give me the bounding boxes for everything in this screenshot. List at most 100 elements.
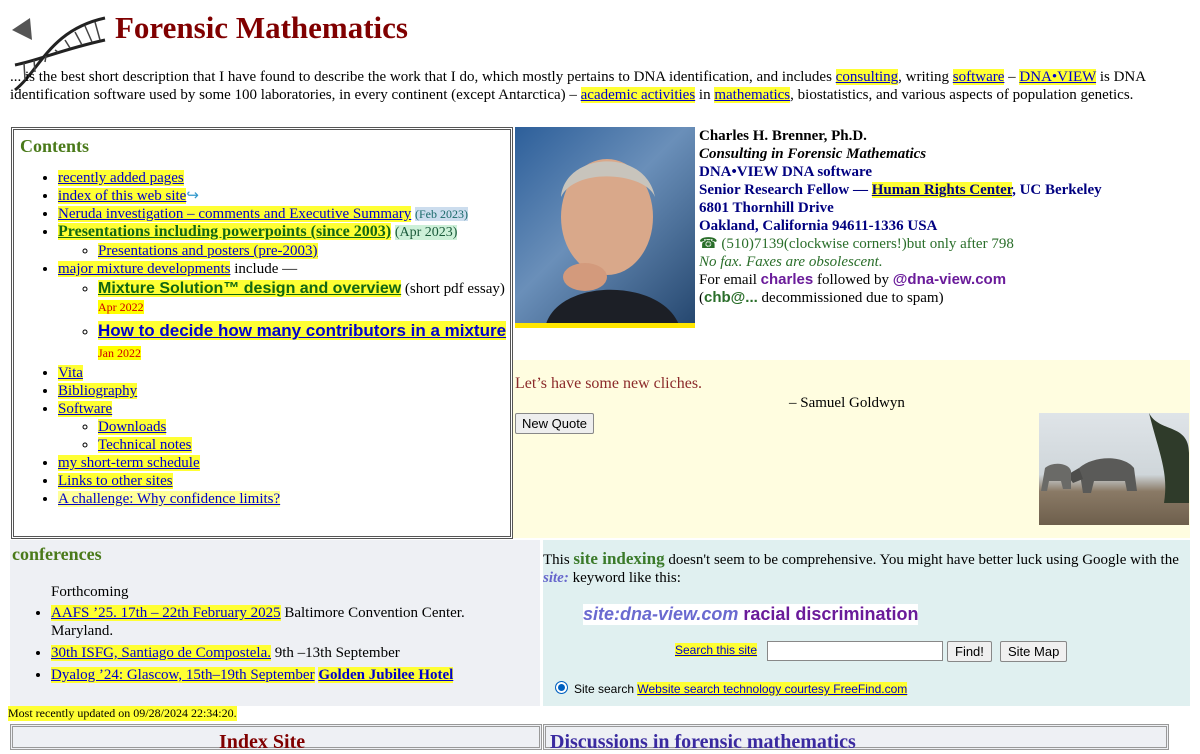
contact-old-email: (chb@... decommissioned due to spam) xyxy=(699,289,1189,307)
page-title: Forensic Mathematics xyxy=(115,10,408,45)
vita-link[interactable]: Vita xyxy=(58,365,83,381)
contact-fax: No fax. Faxes are obsolescent. xyxy=(699,254,883,270)
human-rights-center-link[interactable]: Human Rights Center xyxy=(871,182,1013,198)
intro-paragraph: ... is the best short description that I… xyxy=(10,68,1180,104)
site-search-panel: This site indexing doesn't seem to be co… xyxy=(543,540,1190,706)
software-menu-link[interactable]: Software xyxy=(58,401,113,417)
sub-list: Downloads Technical notes xyxy=(58,418,510,454)
list-item: Software Downloads Technical notes xyxy=(58,400,510,454)
list-item: 30th ISFG, Santiago de Compostela. 9th –… xyxy=(51,644,521,662)
conferences-panel: conferences Forthcoming AAFS ’25. 17th –… xyxy=(10,540,540,706)
search-text: doesn't seem to be comprehensive. You mi… xyxy=(664,552,1179,568)
contact-block: Charles H. Brenner, Ph.D. Consulting in … xyxy=(699,127,1189,307)
conferences-list: AAFS ’25. 17th – 22th February 2025 Balt… xyxy=(10,604,521,688)
contact-name: Charles H. Brenner, Ph.D. xyxy=(699,128,867,144)
neruda-link[interactable]: Neruda investigation – comments and Exec… xyxy=(58,206,412,222)
list-item: How to decide how many contributors in a… xyxy=(98,320,510,364)
conferences-heading: conferences xyxy=(12,544,102,564)
dnaview-link[interactable]: DNA•VIEW xyxy=(1019,69,1097,85)
contact-phone: ☎ (510)7139(clockwise corners!)but only … xyxy=(699,236,1014,252)
list-text: (short pdf essay) xyxy=(401,281,505,297)
contents-heading: Contents xyxy=(20,136,90,156)
list-item: Mixture Solution™ design and overview (s… xyxy=(98,280,510,316)
email-domain: @dna-view.com xyxy=(892,271,1007,288)
downloads-link[interactable]: Downloads xyxy=(98,419,167,435)
pre-2003-link[interactable]: Presentations and posters (pre-2003) xyxy=(98,243,318,259)
intro-text: ... is the best short description that I… xyxy=(10,69,836,85)
challenge-link[interactable]: A challenge: Why confidence limits? xyxy=(58,491,281,507)
last-updated: Most recently updated on 09/28/2024 22:3… xyxy=(8,706,237,721)
index-site-box: Index Site xyxy=(10,724,542,753)
quote-panel: Let’s have some new cliches. – Samuel Go… xyxy=(513,360,1190,538)
isfg-link[interactable]: 30th ISFG, Santiago de Compostela. xyxy=(51,645,271,661)
sub-list: Mixture Solution™ design and overview (s… xyxy=(58,280,510,364)
find-button[interactable]: Find! xyxy=(947,641,992,662)
golden-jubilee-link[interactable]: Golden Jubilee Hotel xyxy=(318,667,454,683)
bibliography-link[interactable]: Bibliography xyxy=(58,383,138,399)
site-index-link[interactable]: index of this web site xyxy=(58,188,187,204)
portrait-image xyxy=(515,159,695,328)
discussions-box: Discussions in forensic mathematics xyxy=(543,724,1169,753)
sub-list: Presentations and posters (pre-2003) xyxy=(58,242,510,260)
site-indexing-label: site indexing xyxy=(573,549,665,568)
list-item: Downloads xyxy=(98,418,510,436)
curl-arrow-icon: ↪ xyxy=(186,188,199,204)
list-item: recently added pages xyxy=(58,169,510,187)
list-item: Links to other sites xyxy=(58,472,510,490)
aafs-link[interactable]: AAFS ’25. 17th – 22th February 2025 xyxy=(51,605,281,621)
freefind-link[interactable]: Website search technology courtesy FreeF… xyxy=(637,682,908,696)
contact-text: For email xyxy=(699,272,761,288)
site-search-radio[interactable] xyxy=(555,681,568,694)
quote-author: – Samuel Goldwyn xyxy=(789,395,905,411)
contact-city: Oakland, California 94611-1336 USA xyxy=(699,218,938,234)
search-this-site-link[interactable]: Search this site xyxy=(675,643,758,657)
recent-pages-link[interactable]: recently added pages xyxy=(58,170,184,186)
list-item: Presentations including powerpoints (sin… xyxy=(58,223,510,260)
schedule-link[interactable]: my short-term schedule xyxy=(58,455,200,471)
intro-text: , writing xyxy=(898,69,953,85)
contact-fellow: Senior Research Fellow — Human Rights Ce… xyxy=(699,181,1189,199)
list-item: A challenge: Why confidence limits? xyxy=(58,490,510,508)
search-intro: This site indexing doesn't seem to be co… xyxy=(543,550,1183,587)
consulting-link[interactable]: consulting xyxy=(835,69,899,85)
mixture-solution-link[interactable]: Mixture Solution™ design and overview xyxy=(98,280,402,297)
dyalog-link[interactable]: Dyalog ’24: Glascow, 15th–19th September xyxy=(51,667,315,683)
list-item: Technical notes xyxy=(98,436,510,454)
list-text: 9th –13th September xyxy=(271,645,400,661)
academic-activities-link[interactable]: academic activities xyxy=(580,87,696,103)
contents-box: Contents recently added pages index of t… xyxy=(11,127,513,539)
google-example: site:dna-view.com racial discrimination xyxy=(583,604,919,625)
rhino-image xyxy=(1041,413,1189,503)
quote-text: Let’s have some new cliches. xyxy=(515,375,703,392)
list-text: include — xyxy=(230,261,298,277)
presentations-link[interactable]: Presentations including powerpoints (sin… xyxy=(58,223,392,240)
contact-text: followed by xyxy=(813,272,893,288)
new-quote-button[interactable]: New Quote xyxy=(515,413,595,434)
contact-text: decommissioned due to spam) xyxy=(757,290,944,306)
discussions-title: Discussions in forensic mathematics xyxy=(550,731,856,753)
search-input[interactable] xyxy=(767,641,943,661)
software-link[interactable]: software xyxy=(952,69,1005,85)
contact-text: , UC Berkeley xyxy=(1012,182,1102,198)
example-query: racial discrimination xyxy=(738,604,919,624)
contributors-link[interactable]: How to decide how many contributors in a… xyxy=(98,321,507,340)
list-item: major mixture developments include — Mix… xyxy=(58,260,510,364)
date-badge: (Apr 2023) xyxy=(394,225,458,240)
mixture-developments-link[interactable]: major mixture developments xyxy=(58,261,231,277)
contact-text: Senior Research Fellow — xyxy=(699,182,872,198)
contact-dnaview: DNA•VIEW DNA software xyxy=(699,164,873,180)
contact-consulting: Consulting in Forensic Mathematics xyxy=(699,146,927,162)
site-map-button[interactable]: Site Map xyxy=(1000,641,1068,662)
date-badge: Jan 2022 xyxy=(98,346,141,360)
other-sites-link[interactable]: Links to other sites xyxy=(58,473,173,489)
site-keyword: site: xyxy=(543,570,569,586)
mathematics-link[interactable]: mathematics xyxy=(714,87,791,103)
contact-street: 6801 Thornhill Drive xyxy=(699,200,834,216)
technical-notes-link[interactable]: Technical notes xyxy=(98,437,192,453)
contact-email: For email charles followed by @dna-view.… xyxy=(699,271,1189,289)
search-text: keyword like this: xyxy=(568,570,681,586)
intro-text: – xyxy=(1004,69,1020,85)
search-text: This xyxy=(543,552,574,568)
site-search-option: Site search Website search technology co… xyxy=(555,681,908,696)
index-site-title: Index Site xyxy=(219,731,306,753)
